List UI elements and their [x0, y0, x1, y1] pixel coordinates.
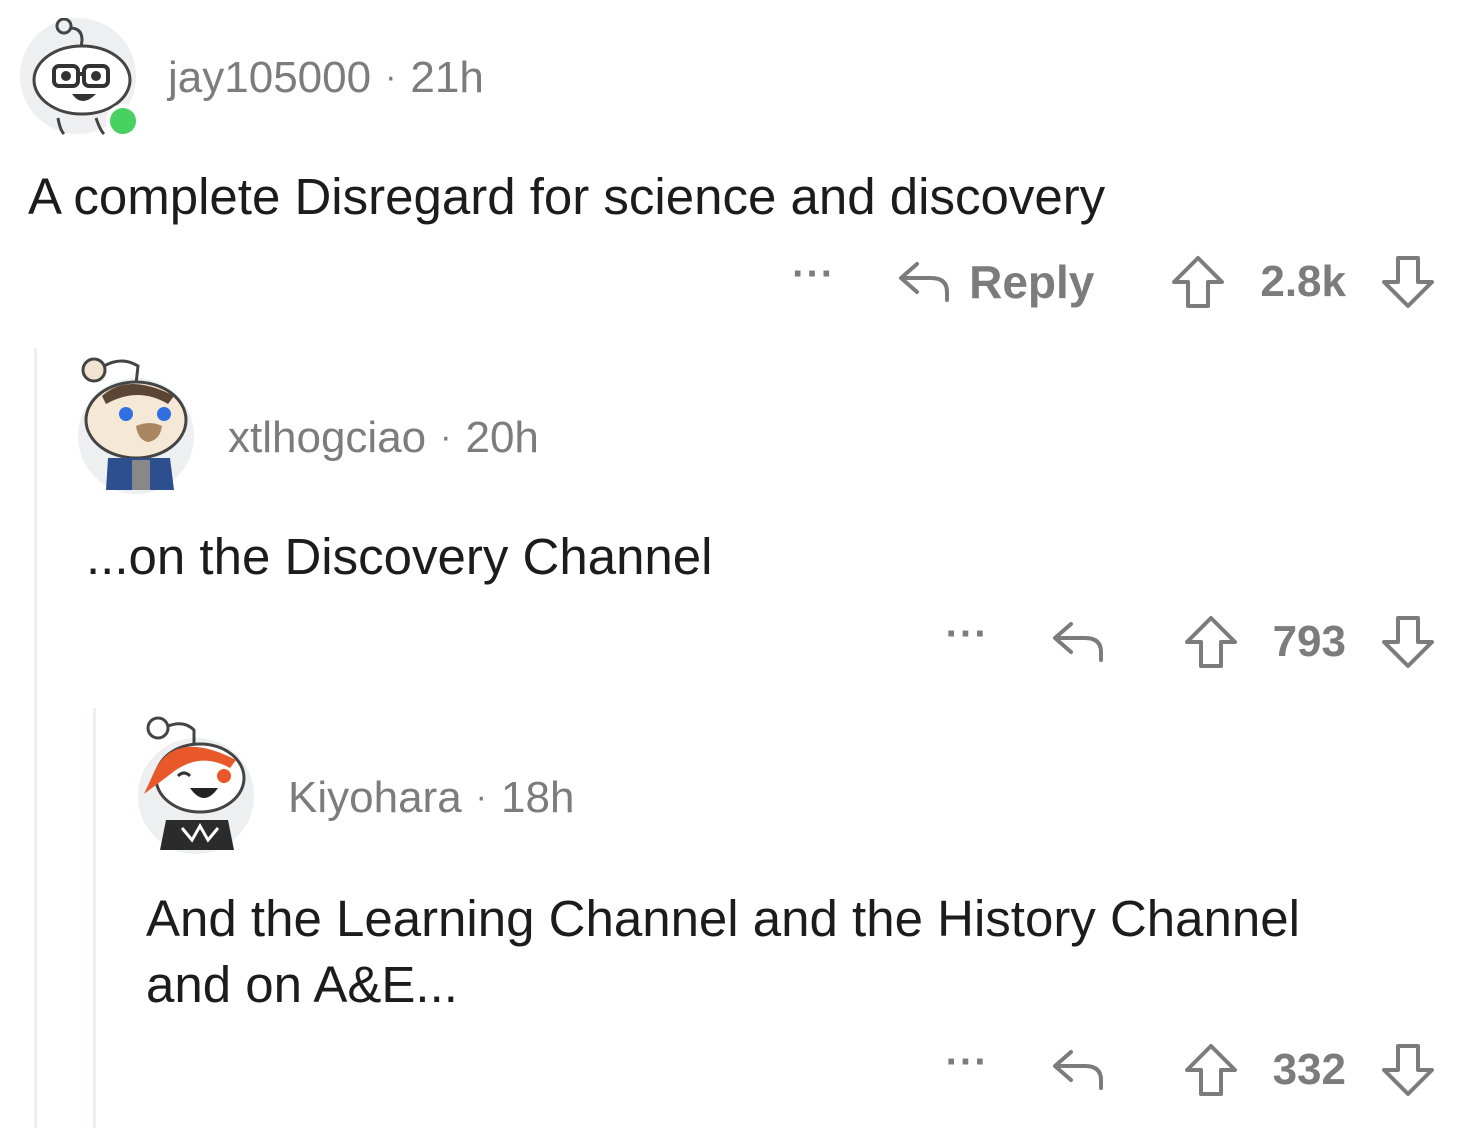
reply-label: Reply	[969, 256, 1095, 308]
vote-count: 332	[1272, 1045, 1346, 1094]
comment-age: 18h	[501, 773, 575, 822]
upvote-button[interactable]	[1183, 1042, 1239, 1098]
comment-actions: ··· 332	[946, 1040, 1436, 1100]
upvote-arrow-icon	[1184, 616, 1237, 668]
vote-controls: 793	[1183, 614, 1436, 670]
comment-age: 21h	[410, 53, 484, 102]
username[interactable]: xtlhogciao	[228, 413, 426, 462]
reply-arrow-icon	[1052, 622, 1103, 662]
upvote-button[interactable]	[1183, 614, 1239, 670]
username[interactable]: jay105000	[168, 53, 371, 102]
vote-controls: 332	[1183, 1042, 1436, 1098]
avatar[interactable]	[20, 18, 140, 138]
reply-button[interactable]: Reply	[897, 255, 1094, 309]
reply-arrow-icon	[899, 262, 950, 302]
snoo-bearded-avatar-icon	[78, 357, 194, 494]
downvote-button[interactable]	[1380, 1042, 1436, 1098]
downvote-arrow-icon	[1382, 1044, 1434, 1096]
downvote-button[interactable]	[1380, 614, 1436, 670]
comment-body-line-2: and on A&E...	[146, 956, 458, 1013]
thread-line-level-2[interactable]	[93, 708, 96, 1128]
downvote-arrow-icon	[1382, 256, 1434, 308]
downvote-arrow-icon	[1382, 616, 1434, 668]
reply-button[interactable]	[1051, 618, 1107, 666]
more-options-button[interactable]: ···	[946, 614, 989, 654]
meta-separator: ·	[385, 58, 397, 96]
meta-separator: ·	[475, 778, 487, 816]
avatar[interactable]	[138, 716, 254, 854]
thread-line-level-1[interactable]	[34, 348, 37, 1128]
snoo-orange-hair-avatar-icon	[138, 716, 254, 854]
username[interactable]: Kiyohara	[288, 773, 462, 822]
comment-age: 20h	[465, 413, 539, 462]
vote-controls: 2.8k	[1170, 254, 1436, 310]
comment-body-line-1: And the Learning Channel and the History…	[146, 890, 1300, 947]
comment-actions: ··· Reply 2.8k	[792, 252, 1436, 312]
upvote-button[interactable]	[1170, 254, 1226, 310]
avatar[interactable]	[78, 356, 194, 494]
reply-arrow-icon	[1052, 1050, 1103, 1090]
meta-separator: ·	[440, 418, 452, 456]
downvote-button[interactable]	[1380, 254, 1436, 310]
comment-meta: jay105000 · 21h	[168, 56, 484, 100]
comment-body: A complete Disregard for science and dis…	[28, 168, 1106, 225]
upvote-arrow-icon	[1184, 1044, 1237, 1096]
reply-button[interactable]	[1051, 1046, 1107, 1094]
vote-count: 2.8k	[1260, 257, 1346, 306]
vote-count: 793	[1272, 617, 1346, 666]
comment-actions: ··· 793	[946, 612, 1436, 672]
snoo-glasses-avatar-icon	[20, 18, 140, 138]
upvote-arrow-icon	[1172, 256, 1225, 308]
comment-body: ...on the Discovery Channel	[86, 528, 713, 585]
more-options-button[interactable]: ···	[946, 1042, 989, 1082]
more-options-button[interactable]: ···	[792, 254, 835, 294]
comment-meta: xtlhogciao · 20h	[228, 416, 539, 460]
comment-meta: Kiyohara · 18h	[288, 776, 574, 820]
